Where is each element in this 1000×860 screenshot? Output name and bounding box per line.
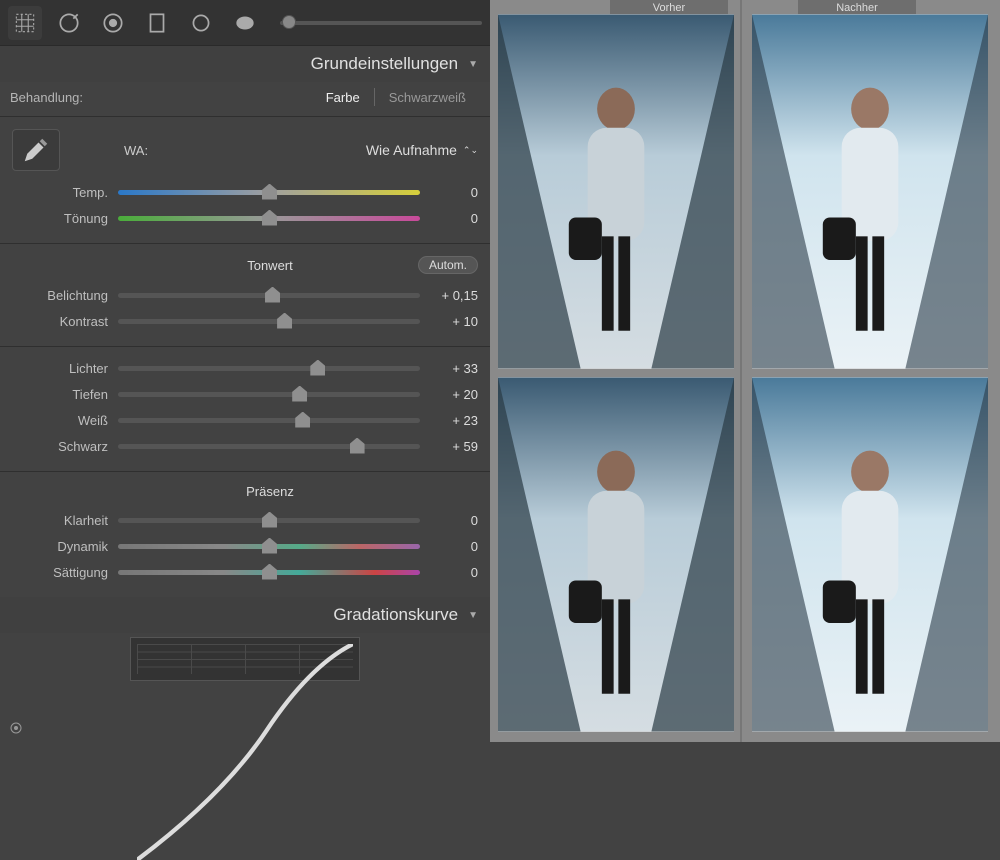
- panel-header-gradation[interactable]: Gradationskurve ▼: [0, 597, 490, 633]
- brush-tool-icon[interactable]: [228, 6, 262, 40]
- saturation-value[interactable]: 0: [430, 565, 478, 580]
- highlights-value[interactable]: + 33: [430, 361, 478, 376]
- clarity-value[interactable]: 0: [430, 513, 478, 528]
- shadows-label: Tiefen: [12, 387, 108, 402]
- radial-tool-icon[interactable]: [184, 6, 218, 40]
- preview-thumb[interactable]: [752, 14, 988, 369]
- preview-thumb[interactable]: [498, 377, 734, 732]
- vibrance-label: Dynamik: [12, 539, 108, 554]
- temp-slider-row: Temp. 0: [12, 179, 478, 205]
- slider-handle[interactable]: [277, 313, 292, 329]
- slider-handle[interactable]: [262, 564, 277, 580]
- tone-curve[interactable]: [130, 637, 360, 681]
- contrast-value[interactable]: + 10: [430, 314, 478, 329]
- panel-header-basic[interactable]: Grundeinstellungen ▼: [0, 46, 490, 82]
- blacks-slider[interactable]: [118, 444, 420, 449]
- target-icon[interactable]: [8, 720, 24, 736]
- treatment-label: Behandlung:: [10, 90, 83, 105]
- presence-header: Präsenz: [122, 484, 418, 499]
- tint-slider-row: Tönung 0: [12, 205, 478, 231]
- tint-slider[interactable]: [118, 216, 420, 221]
- wb-preset-value: Wie Aufnahme: [366, 142, 457, 158]
- clarity-label: Klarheit: [12, 513, 108, 528]
- before-column: [490, 0, 740, 742]
- after-column: [740, 0, 1000, 742]
- treatment-options: Farbe Schwarzweiß: [312, 88, 480, 106]
- contrast-slider[interactable]: [118, 319, 420, 324]
- exposure-slider[interactable]: [118, 293, 420, 298]
- saturation-label: Sättigung: [12, 565, 108, 580]
- spot-tool-icon[interactable]: [52, 6, 86, 40]
- preview-thumb[interactable]: [498, 14, 734, 369]
- exposure-value[interactable]: + 0,15: [430, 288, 478, 303]
- vibrance-slider[interactable]: [118, 544, 420, 549]
- tone-header: Tonwert: [122, 258, 418, 273]
- treatment-color[interactable]: Farbe: [312, 90, 374, 105]
- slider-handle[interactable]: [295, 412, 310, 428]
- temp-label: Temp.: [12, 185, 108, 200]
- brush-size-slider[interactable]: [280, 21, 482, 25]
- crop-tool-icon[interactable]: [8, 6, 42, 40]
- slider-handle[interactable]: [262, 184, 277, 200]
- tint-label: Tönung: [12, 211, 108, 226]
- slider-handle[interactable]: [262, 210, 277, 226]
- highlights-slider[interactable]: [118, 366, 420, 371]
- toolbar: [0, 0, 490, 46]
- wb-preset-select[interactable]: Wie Aufnahme ⌃⌄: [366, 142, 478, 158]
- tint-value[interactable]: 0: [430, 211, 478, 226]
- slider-handle[interactable]: [282, 15, 296, 29]
- temp-slider[interactable]: [118, 190, 420, 195]
- disclosure-icon[interactable]: ▼: [468, 59, 478, 70]
- whites-label: Weiß: [12, 413, 108, 428]
- slider-handle[interactable]: [350, 438, 365, 454]
- preview-panel: Vorher Nachher: [490, 0, 1000, 742]
- chevron-updown-icon: ⌃⌄: [463, 145, 478, 156]
- panel-title-gradation: Gradationskurve: [333, 605, 458, 625]
- shadows-slider[interactable]: [118, 392, 420, 397]
- tone-section-2: Lichter + 33 Tiefen + 20 Weiß + 23 Schwarz +…: [0, 346, 490, 471]
- slider-handle[interactable]: [265, 287, 280, 303]
- vibrance-value[interactable]: 0: [430, 539, 478, 554]
- clarity-slider[interactable]: [118, 518, 420, 523]
- treatment-row: Behandlung: Farbe Schwarzweiß: [0, 82, 490, 116]
- tone-section: Tonwert Autom. Belichtung + 0,15 Kontrast…: [0, 243, 490, 346]
- slider-handle[interactable]: [262, 512, 277, 528]
- highlights-label: Lichter: [12, 361, 108, 376]
- whitebalance-section: WA: Wie Aufnahme ⌃⌄ Temp. 0 Tönung 0: [0, 116, 490, 243]
- slider-handle[interactable]: [262, 538, 277, 554]
- panel-title: Grundeinstellungen: [311, 54, 458, 74]
- disclosure-icon[interactable]: ▼: [468, 610, 478, 621]
- develop-panel: Grundeinstellungen ▼ Behandlung: Farbe S…: [0, 0, 490, 742]
- shadows-value[interactable]: + 20: [430, 387, 478, 402]
- slider-handle[interactable]: [310, 360, 325, 376]
- temp-value[interactable]: 0: [430, 185, 478, 200]
- presence-section: Präsenz Klarheit 0 Dynamik 0 Sättigung 0: [0, 471, 490, 597]
- whites-slider[interactable]: [118, 418, 420, 423]
- blacks-value[interactable]: + 59: [430, 439, 478, 454]
- preview-thumb[interactable]: [752, 377, 988, 732]
- redeye-tool-icon[interactable]: [96, 6, 130, 40]
- gradient-tool-icon[interactable]: [140, 6, 174, 40]
- whites-value[interactable]: + 23: [430, 413, 478, 428]
- blacks-label: Schwarz: [12, 439, 108, 454]
- saturation-slider[interactable]: [118, 570, 420, 575]
- auto-button[interactable]: Autom.: [418, 256, 478, 274]
- wb-label: WA:: [124, 143, 148, 158]
- slider-handle[interactable]: [292, 386, 307, 402]
- exposure-label: Belichtung: [12, 288, 108, 303]
- treatment-bw[interactable]: Schwarzweiß: [375, 90, 480, 105]
- wb-eyedropper-icon[interactable]: [12, 129, 60, 171]
- contrast-label: Kontrast: [12, 314, 108, 329]
